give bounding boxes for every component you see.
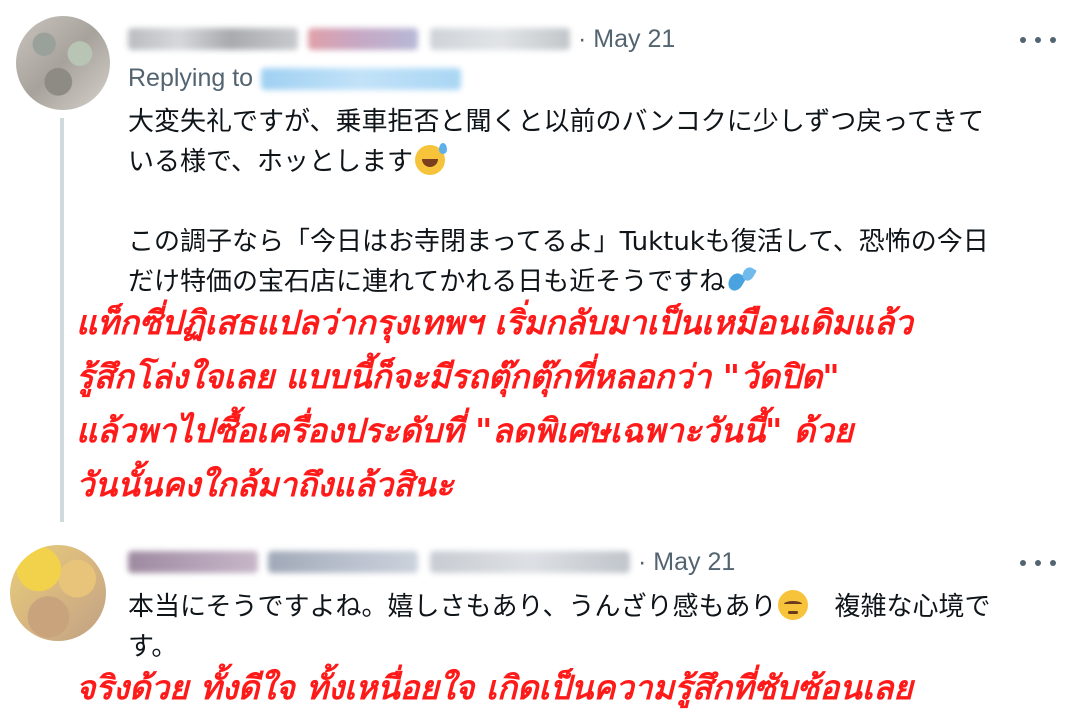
- tweet-text-line: 大変失礼ですが、乗車拒否と聞くと以前のバンコクに少しずつ戻ってきて: [128, 107, 985, 137]
- pensive-emoji-icon: [778, 590, 809, 620]
- user-handle-blurred[interactable]: [430, 551, 630, 573]
- user-handle-blurred[interactable]: [430, 28, 570, 50]
- translation-line: จริงด้วย ทั้งดีใจ ทั้งเหนื่อยใจ เกิดเป็น…: [76, 668, 913, 707]
- display-name-blurred[interactable]: [128, 551, 258, 573]
- translation-line: แล้วพาไปซื้อเครื่องประดับที่ "ลดพิเศษเฉพ…: [76, 411, 854, 450]
- replying-to: Replying to: [128, 64, 462, 93]
- display-name-blurred-2[interactable]: [308, 28, 418, 50]
- more-horizontal-icon[interactable]: [1020, 553, 1056, 573]
- tweet-header: · May 21: [128, 22, 675, 56]
- display-name-blurred[interactable]: [128, 28, 298, 50]
- translation-line: วันนั้นคงใกล้มาถึงแล้วสินะ: [76, 465, 454, 504]
- droplets-emoji-icon: [727, 265, 757, 295]
- replying-handle-blurred[interactable]: [261, 67, 462, 90]
- tweet-text: 本当にそうですよね。嬉しさもあり、うんざり感もあり 複雑な心境で す。: [128, 587, 1058, 667]
- translation-line: รู้สึกโล่งใจเลย แบบนี้ก็จะมีรถตุ๊กตุ๊กที…: [76, 357, 840, 396]
- display-name-blurred-2[interactable]: [268, 551, 418, 573]
- tweet-reply-2[interactable]: · May 21 本当にそうですよね。嬉しさもあり、うんざり感もあり 複雑な心境…: [0, 515, 1080, 720]
- tweet-date[interactable]: · May 21: [578, 25, 675, 54]
- tweet-header: · May 21: [128, 545, 735, 579]
- replying-label: Replying to: [128, 64, 254, 92]
- tweet-text: 大変失礼ですが、乗車拒否と聞くと以前のバンコクに少しずつ戻ってきて いる様で、ホ…: [128, 102, 1058, 302]
- translation-line: แท็กซี่ปฏิเสธแปลว่ากรุงเทพฯ เริ่มกลับมาเ…: [76, 303, 913, 342]
- thai-translation: จริงด้วย ทั้งดีใจ ทั้งเหนื่อยใจ เกิดเป็น…: [76, 661, 1076, 715]
- sweat-smile-emoji-icon: [414, 143, 447, 175]
- more-horizontal-icon[interactable]: [1020, 30, 1056, 50]
- thread-line: [60, 118, 64, 522]
- thai-translation: แท็กซี่ปฏิเสธแปลว่ากรุงเทพฯ เริ่มกลับมาเ…: [76, 296, 1076, 512]
- tweet-reply-1[interactable]: · May 21 Replying to 大変失礼ですが、乗車拒否と聞くと以前の…: [0, 0, 1080, 522]
- tweet-text-line: いる様で、ホッとします: [128, 142, 1058, 182]
- avatar[interactable]: [16, 16, 110, 110]
- avatar[interactable]: [10, 545, 106, 641]
- tweet-date[interactable]: · May 21: [638, 548, 735, 577]
- tweet-text-line: 本当にそうですよね。嬉しさもあり、うんざり感もあり 複雑な心境で: [128, 590, 991, 622]
- tweet-text-line: この調子なら「今日はお寺閉まってるよ」Tuktukも復活して、恐怖の今日: [128, 227, 989, 257]
